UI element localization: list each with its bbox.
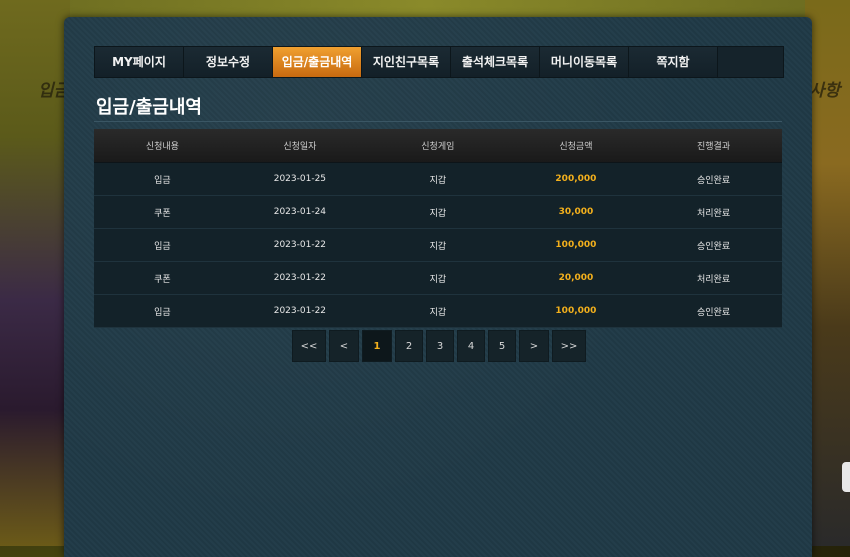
header-request-game: 신청게임 <box>368 129 507 163</box>
cell-result: 처리완료 <box>645 195 782 229</box>
cell-date: 2023-01-22 <box>230 261 369 295</box>
cell-type: 쿠폰 <box>94 195 231 229</box>
cell-result: 승인완료 <box>645 228 782 262</box>
header-request-amount: 신청금액 <box>506 129 646 163</box>
pagination: << < 1 2 3 4 5 > >> <box>292 330 589 362</box>
cell-date: 2023-01-22 <box>230 294 369 328</box>
page-next-button[interactable]: > <box>519 330 549 362</box>
tab-deposit-withdraw-history[interactable]: 입금/출금내역 <box>273 47 362 77</box>
cell-date: 2023-01-22 <box>230 228 369 262</box>
cell-amount: 200,000 <box>506 162 646 196</box>
side-scroll-handle[interactable] <box>842 462 850 492</box>
cell-amount: 20,000 <box>506 261 646 295</box>
page-last-button[interactable]: >> <box>552 330 586 362</box>
cell-amount: 100,000 <box>506 294 646 328</box>
table-row: 입금 2023-01-22 지갑 100,000 승인완료 <box>94 294 782 328</box>
cell-result: 승인완료 <box>645 294 782 328</box>
table-row: 입금 2023-01-22 지갑 100,000 승인완료 <box>94 228 782 262</box>
page-button-2[interactable]: 2 <box>395 330 423 362</box>
cell-date: 2023-01-24 <box>230 195 369 229</box>
cell-game: 지갑 <box>368 195 507 229</box>
cell-date: 2023-01-25 <box>230 162 369 196</box>
table-row: 입금 2023-01-25 지갑 200,000 승인완료 <box>94 162 782 196</box>
header-request-type: 신청내용 <box>94 129 231 163</box>
mypage-tab-bar: MY페이지 정보수정 입금/출금내역 지인친구목록 출석체크목록 머니이동목록 … <box>94 46 784 78</box>
cell-type: 쿠폰 <box>94 261 231 295</box>
cell-type: 입금 <box>94 294 231 328</box>
title-divider <box>94 121 782 122</box>
table-row: 쿠폰 2023-01-22 지갑 20,000 처리완료 <box>94 261 782 295</box>
tab-referral-friends[interactable]: 지인친구목록 <box>362 47 451 77</box>
cell-type: 입금 <box>94 228 231 262</box>
page-title: 입금/출금내역 <box>96 97 202 118</box>
header-request-date: 신청일자 <box>230 129 369 163</box>
cell-game: 지갑 <box>368 162 507 196</box>
page-button-4[interactable]: 4 <box>457 330 485 362</box>
cell-game: 지갑 <box>368 294 507 328</box>
cell-game: 지갑 <box>368 228 507 262</box>
header-result: 진행결과 <box>645 129 782 163</box>
cell-game: 지갑 <box>368 261 507 295</box>
tab-money-transfer[interactable]: 머니이동목록 <box>540 47 629 77</box>
cell-amount: 100,000 <box>506 228 646 262</box>
cell-result: 승인완료 <box>645 162 782 196</box>
background-text-right: 사항 <box>808 81 840 101</box>
cell-type: 입금 <box>94 162 231 196</box>
history-table: 신청내용 신청일자 신청게임 신청금액 진행결과 입금 2023-01-25 지… <box>94 129 782 328</box>
content-panel: MY페이지 정보수정 입금/출금내역 지인친구목록 출석체크목록 머니이동목록 … <box>64 17 812 557</box>
page-button-5[interactable]: 5 <box>488 330 516 362</box>
tab-messages[interactable]: 쪽지함 <box>629 47 718 77</box>
table-header-row: 신청내용 신청일자 신청게임 신청금액 진행결과 <box>94 129 782 163</box>
page-button-3[interactable]: 3 <box>426 330 454 362</box>
page-button-1[interactable]: 1 <box>362 330 392 362</box>
tab-attendance[interactable]: 출석체크목록 <box>451 47 540 77</box>
cell-result: 처리완료 <box>645 261 782 295</box>
page-first-button[interactable]: << <box>292 330 326 362</box>
tab-mypage[interactable]: MY페이지 <box>95 47 184 77</box>
table-row: 쿠폰 2023-01-24 지갑 30,000 처리완료 <box>94 195 782 229</box>
tab-edit-info[interactable]: 정보수정 <box>184 47 273 77</box>
page-prev-button[interactable]: < <box>329 330 359 362</box>
cell-amount: 30,000 <box>506 195 646 229</box>
